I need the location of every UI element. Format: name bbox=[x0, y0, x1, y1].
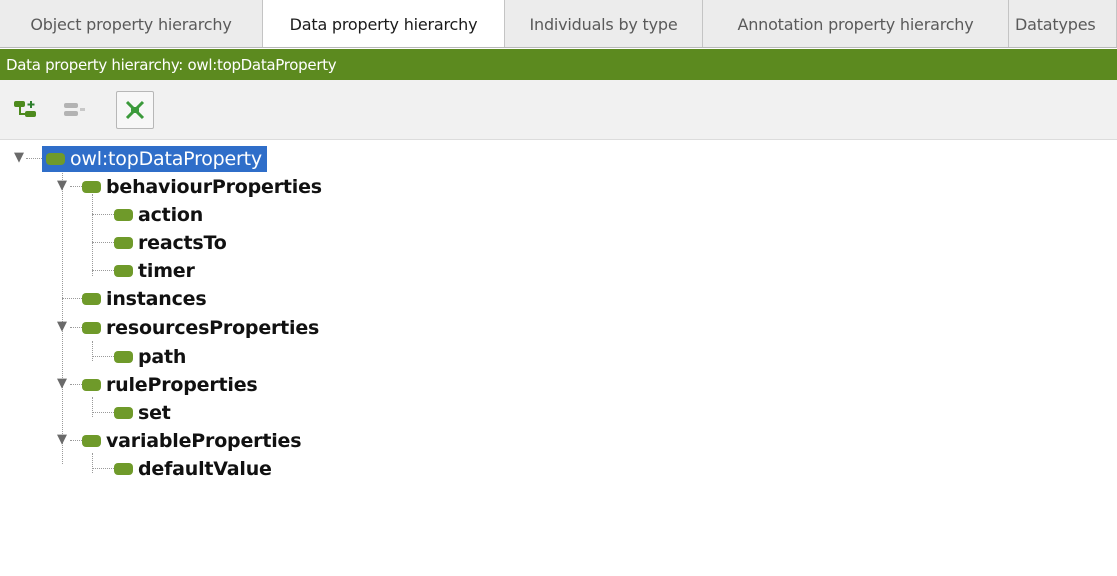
data-property-icon bbox=[82, 435, 101, 447]
data-property-icon bbox=[114, 237, 133, 249]
tree-node-reactsto[interactable]: reactsTo bbox=[114, 229, 227, 257]
data-property-icon bbox=[82, 181, 101, 193]
tree-connector bbox=[62, 166, 63, 464]
tab-individuals-by-type[interactable]: Individuals by type bbox=[505, 0, 703, 47]
data-property-icon bbox=[114, 351, 133, 363]
add-subproperty-icon bbox=[14, 101, 36, 117]
tree-node-label: owl:topDataProperty bbox=[70, 148, 262, 170]
tree-connector bbox=[70, 384, 82, 385]
add-subproperty-button[interactable] bbox=[6, 91, 44, 129]
tree-node-label: defaultValue bbox=[138, 458, 272, 480]
tree-connector bbox=[92, 453, 93, 473]
tree-node-instances[interactable]: instances bbox=[82, 285, 207, 313]
expand-toggle-icon[interactable]: ▼ bbox=[57, 433, 67, 446]
tab-object-property-hierarchy[interactable]: Object property hierarchy bbox=[0, 0, 263, 47]
tree-node-resourcesproperties[interactable]: resourcesProperties bbox=[82, 314, 319, 342]
tree-node-timer[interactable]: timer bbox=[114, 257, 195, 285]
expand-toggle-icon[interactable]: ▼ bbox=[14, 151, 24, 164]
tree-node-action[interactable]: action bbox=[114, 201, 203, 229]
tree-connector bbox=[92, 412, 114, 413]
tab-datatypes[interactable]: Datatypes bbox=[1009, 0, 1117, 47]
tree-node-set[interactable]: set bbox=[114, 399, 171, 427]
data-property-icon bbox=[82, 379, 101, 391]
data-property-icon bbox=[82, 322, 101, 334]
selection-highlight: owl:topDataProperty bbox=[42, 146, 267, 172]
data-property-icon bbox=[82, 293, 101, 305]
expand-toggle-icon[interactable]: ▼ bbox=[57, 320, 67, 333]
tree-connector bbox=[26, 158, 42, 159]
tree-connector bbox=[92, 242, 114, 243]
tree-node-label: timer bbox=[138, 260, 195, 282]
tree-node-label: path bbox=[138, 346, 187, 368]
data-property-icon bbox=[114, 407, 133, 419]
data-property-icon bbox=[114, 463, 133, 475]
tree-node-label: behaviourProperties bbox=[106, 176, 322, 198]
add-sibling-property-icon bbox=[64, 103, 85, 116]
tree-node-label: instances bbox=[106, 288, 207, 310]
tree-connector bbox=[92, 397, 93, 417]
tab-data-property-hierarchy[interactable]: Data property hierarchy bbox=[263, 0, 505, 47]
tree-node-label: action bbox=[138, 204, 204, 226]
view-tab-bar: Object property hierarchy Data property … bbox=[0, 0, 1117, 48]
tree-connector bbox=[92, 356, 114, 357]
tree-node-owl-topdataproperty[interactable]: owl:topDataProperty bbox=[42, 145, 267, 173]
tree-node-label: resourcesProperties bbox=[106, 317, 320, 339]
delete-property-button[interactable] bbox=[116, 91, 154, 129]
delete-property-icon bbox=[125, 100, 145, 120]
data-property-icon bbox=[46, 153, 65, 165]
data-property-tree: ▼ ▼ ▼ ▼ ▼ owl:topDataProperty behaviourP… bbox=[0, 140, 1117, 576]
tree-connector bbox=[92, 214, 114, 215]
tree-connector bbox=[92, 468, 114, 469]
tree-node-label: variableProperties bbox=[106, 430, 302, 452]
hierarchy-toolbar bbox=[0, 80, 1117, 140]
tree-connector bbox=[70, 440, 82, 441]
tree-node-label: set bbox=[138, 402, 171, 424]
tree-node-behaviourproperties[interactable]: behaviourProperties bbox=[82, 173, 322, 201]
tree-node-ruleproperties[interactable]: ruleProperties bbox=[82, 371, 258, 399]
data-property-icon bbox=[114, 209, 133, 221]
tree-node-label: reactsTo bbox=[138, 232, 227, 254]
tree-connector bbox=[70, 327, 82, 328]
data-property-icon bbox=[114, 265, 133, 277]
tree-connector bbox=[62, 298, 82, 299]
expand-toggle-icon[interactable]: ▼ bbox=[57, 179, 67, 192]
expand-toggle-icon[interactable]: ▼ bbox=[57, 377, 67, 390]
tree-connector bbox=[92, 270, 114, 271]
tree-connector bbox=[92, 341, 93, 361]
tree-node-variableproperties[interactable]: variableProperties bbox=[82, 427, 302, 455]
add-sibling-property-button[interactable] bbox=[54, 91, 92, 129]
tab-annotation-property-hierarchy[interactable]: Annotation property hierarchy bbox=[703, 0, 1009, 47]
tree-node-defaultvalue[interactable]: defaultValue bbox=[114, 455, 272, 483]
tree-node-label: ruleProperties bbox=[106, 374, 258, 396]
tree-connector bbox=[92, 194, 93, 276]
tree-connector bbox=[70, 186, 82, 187]
view-title-bar: Data property hierarchy: owl:topDataProp… bbox=[0, 49, 1117, 80]
tree-node-path[interactable]: path bbox=[114, 343, 186, 371]
view-title: Data property hierarchy: owl:topDataProp… bbox=[6, 55, 337, 74]
